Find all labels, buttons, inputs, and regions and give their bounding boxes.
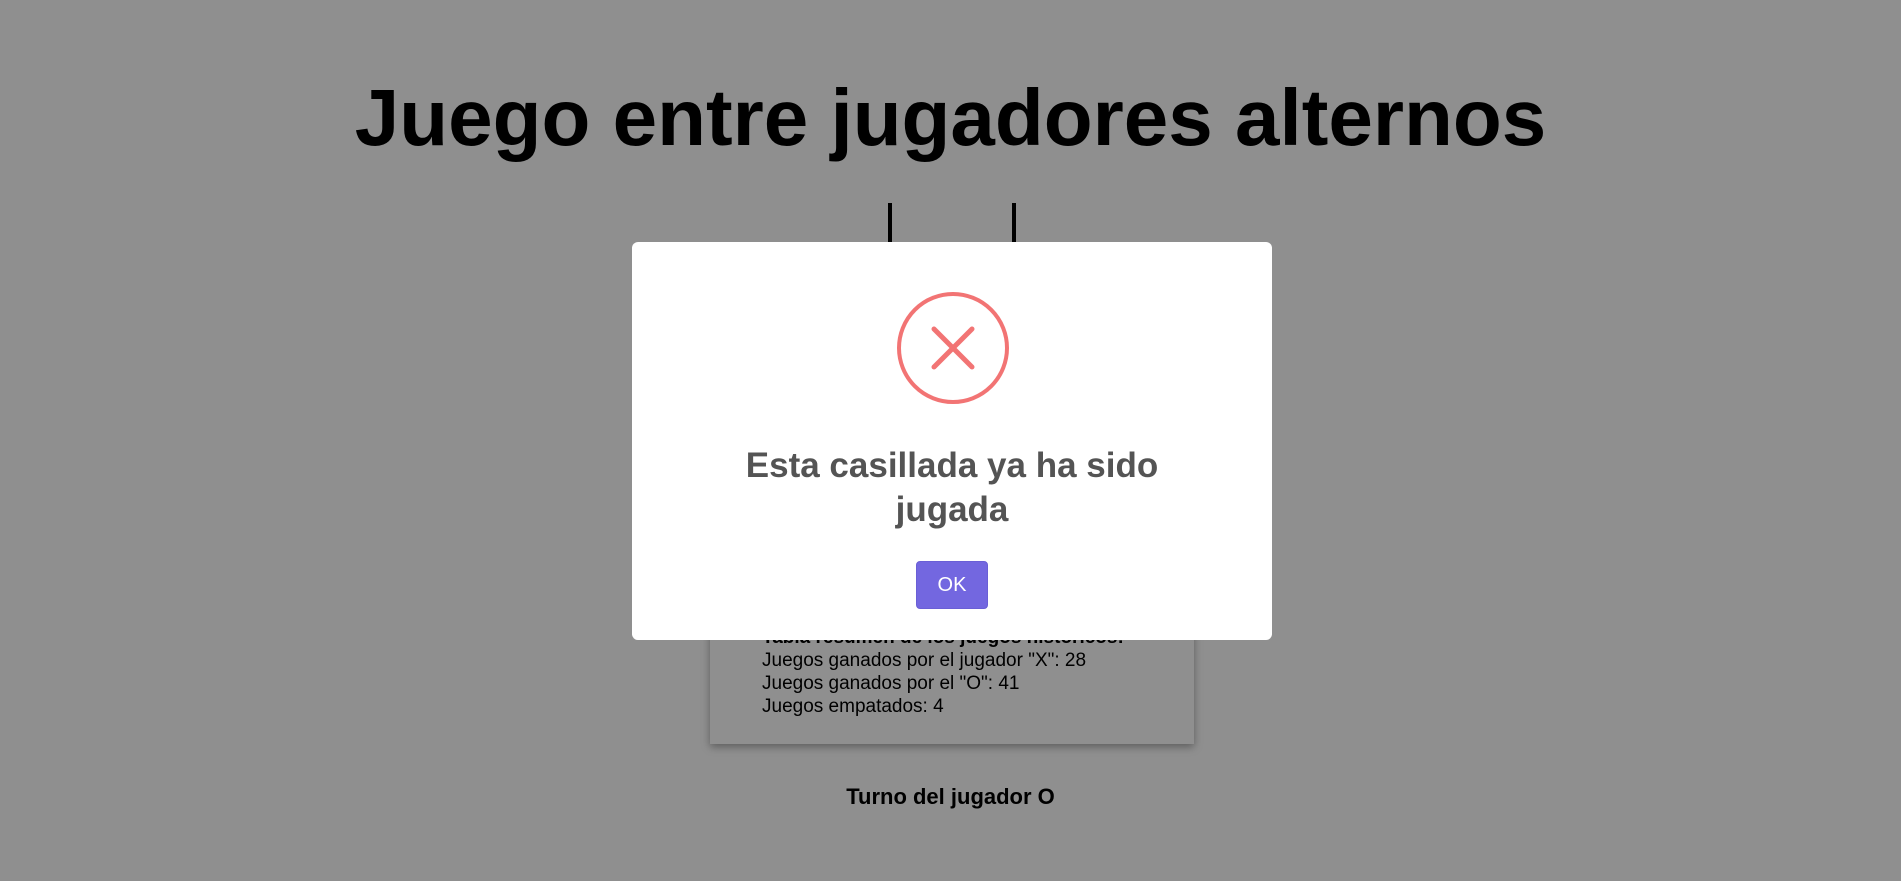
alert-dialog: Esta casillada ya ha sido jugada OK: [632, 242, 1272, 640]
error-x-icon: [897, 292, 1009, 404]
game-page: Juego entre jugadores alternos Tabla res…: [0, 0, 1901, 881]
dialog-title: Esta casillada ya ha sido jugada: [745, 446, 1159, 529]
ok-button[interactable]: OK: [916, 561, 988, 609]
